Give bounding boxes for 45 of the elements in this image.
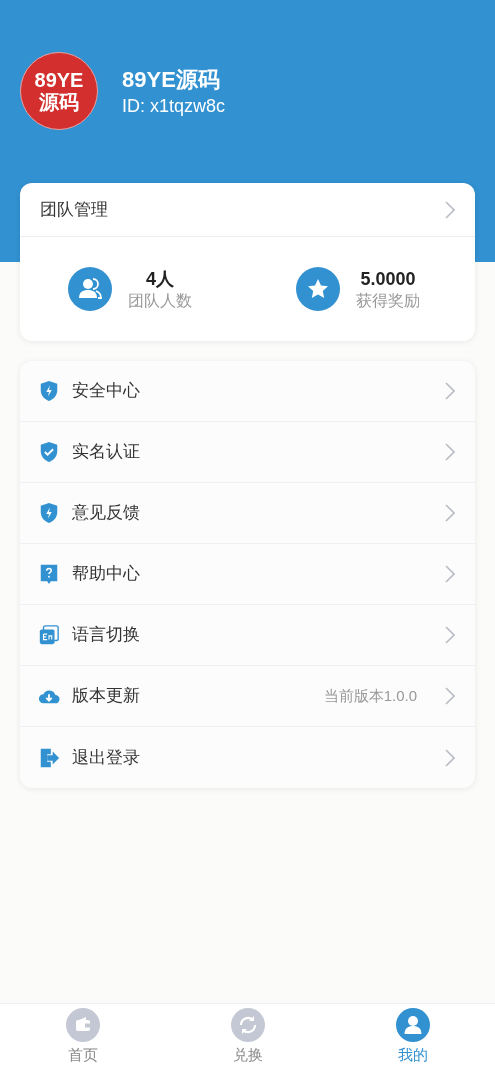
logout-icon: [38, 746, 60, 769]
stat-label: 获得奖励: [356, 291, 420, 311]
nav-tab[interactable]: 首页: [0, 1004, 165, 1071]
nav-tab[interactable]: 我的: [330, 1004, 495, 1071]
chevron-right-icon: [445, 748, 455, 767]
people-icon: [68, 267, 112, 311]
stat-value: 5.0000: [360, 268, 416, 291]
version-text: 当前版本1.0.0: [323, 685, 417, 706]
team-management-row[interactable]: 团队管理: [20, 183, 475, 237]
shield-bolt-icon: [38, 380, 60, 402]
logo-text: 源码: [39, 92, 79, 112]
menu-item[interactable]: 退出登录: [20, 727, 475, 788]
menu-item[interactable]: 语言切换: [20, 605, 475, 666]
nav-tab[interactable]: 兑换: [165, 1004, 330, 1071]
chevron-right-icon: [445, 382, 455, 400]
user-id: ID: x1tqzw8c: [122, 95, 226, 118]
shield-check-icon: [38, 441, 60, 463]
menu-item[interactable]: 实名认证: [20, 422, 475, 483]
help-icon: [38, 563, 60, 585]
chevron-right-icon: [445, 687, 455, 705]
logo-text: 89YE: [34, 70, 84, 90]
menu-label: 退出登录: [72, 746, 141, 769]
menu-label: 意见反馈: [72, 502, 141, 525]
refresh-icon: [230, 1008, 265, 1042]
menu-label: 帮助中心: [72, 563, 141, 586]
menu-item[interactable]: 安全中心: [20, 361, 475, 422]
user-name: 89YE源码: [122, 66, 221, 94]
menu-label: 版本更新: [72, 685, 141, 708]
menu-label: 语言切换: [72, 624, 141, 647]
chevron-right-icon: [445, 443, 455, 461]
shield-bolt-icon: [38, 502, 60, 524]
chevron-right-icon: [445, 200, 455, 219]
menu-label: 安全中心: [72, 380, 141, 403]
menu-item[interactable]: 帮助中心: [20, 544, 475, 605]
stat-label: 团队人数: [128, 291, 192, 311]
wallet-icon: [65, 1008, 100, 1042]
menu-label: 实名认证: [72, 441, 141, 464]
user-icon: [395, 1008, 430, 1042]
chevron-right-icon: [445, 626, 455, 644]
chevron-right-icon: [445, 565, 455, 583]
stat-value: 4人: [146, 268, 174, 291]
menu-item[interactable]: 意见反馈: [20, 483, 475, 544]
language-icon: [38, 624, 60, 646]
chevron-right-icon: [445, 504, 455, 522]
menu-item[interactable]: 版本更新 当前版本1.0.0: [20, 666, 475, 727]
